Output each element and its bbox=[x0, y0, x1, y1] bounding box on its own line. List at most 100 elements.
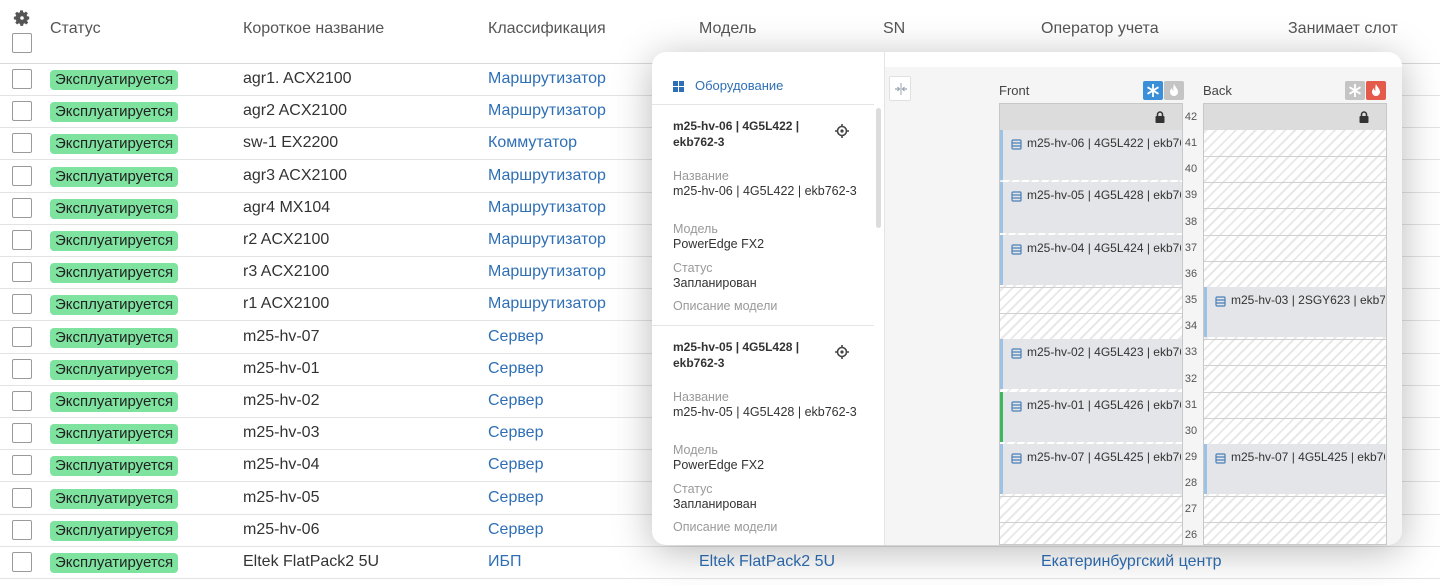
classification-link[interactable]: Маршрутизатор bbox=[488, 295, 606, 313]
unit-number: 35 bbox=[1184, 294, 1198, 307]
unit-number: 31 bbox=[1184, 398, 1198, 411]
row-checkbox[interactable] bbox=[12, 519, 32, 540]
scrollbar[interactable] bbox=[876, 108, 881, 228]
rack-device-back[interactable]: m25-hv-07 | 4G5L425 | ekb762-3 bbox=[1204, 443, 1386, 495]
classification-link[interactable]: Коммутатор bbox=[488, 134, 577, 152]
rack-front: m25-hv-06 | 4G5L422 | ekb762-3 m25-hv-05 … bbox=[999, 103, 1183, 545]
row-checkbox[interactable] bbox=[12, 165, 32, 186]
rack-device-label: m25-hv-06 | 4G5L422 | ekb762-3 bbox=[1027, 136, 1181, 150]
equipment-list-header: Оборудование bbox=[652, 52, 874, 105]
row-checkbox[interactable] bbox=[12, 358, 32, 379]
equipment-card-title[interactable]: m25-hv-05 | 4G5L428 | ekb762-3 bbox=[673, 339, 823, 371]
row-checkbox[interactable] bbox=[12, 326, 32, 347]
classification-link[interactable]: Сервер bbox=[488, 456, 543, 474]
classification-link[interactable]: ИБП bbox=[488, 553, 522, 571]
server-icon bbox=[1011, 400, 1022, 412]
row-checkbox[interactable] bbox=[12, 294, 32, 315]
classification-link[interactable]: Маршрутизатор bbox=[488, 263, 606, 281]
row-checkbox[interactable] bbox=[12, 101, 32, 122]
equipment-list-title[interactable]: Оборудование bbox=[695, 78, 783, 93]
rack-device-label: m25-hv-07 | 4G5L425 | ekb762-3 bbox=[1027, 449, 1181, 464]
server-icon bbox=[1011, 243, 1022, 255]
row-checkbox[interactable] bbox=[12, 230, 32, 250]
front-cold-toggle[interactable] bbox=[1143, 81, 1163, 100]
short-name-cell: agr2 ACX2100 bbox=[243, 102, 348, 120]
classification-link[interactable]: Сервер bbox=[488, 521, 543, 539]
locate-icon[interactable] bbox=[835, 345, 849, 359]
classification-link[interactable]: Сервер bbox=[488, 328, 543, 346]
classification-link[interactable]: Маршрутизатор bbox=[488, 231, 606, 249]
row-checkbox[interactable] bbox=[12, 423, 32, 444]
unit-number: 37 bbox=[1184, 241, 1198, 254]
rack-unit-divider bbox=[1204, 417, 1386, 419]
classification-link[interactable]: Сервер bbox=[488, 392, 543, 410]
row-checkbox[interactable] bbox=[12, 197, 32, 218]
column-header-model[interactable]: Модель bbox=[699, 20, 756, 38]
short-name-cell: Eltek FlatPack2 5U bbox=[243, 553, 380, 570]
short-name-cell: r1 ACX2100 bbox=[243, 295, 330, 313]
rack-device-front[interactable]: m25-hv-06 | 4G5L422 | ekb762-3 bbox=[1000, 130, 1182, 181]
row-checkbox[interactable] bbox=[12, 455, 32, 476]
collapse-button[interactable] bbox=[889, 76, 911, 101]
gear-icon[interactable] bbox=[13, 9, 31, 27]
short-name-cell: m25-hv-05 bbox=[243, 488, 320, 506]
row-checkbox[interactable] bbox=[12, 69, 32, 89]
rack-top-cap bbox=[1000, 104, 1182, 130]
back-hot-toggle[interactable] bbox=[1366, 81, 1386, 100]
column-header-short-name[interactable]: Короткое название bbox=[243, 20, 384, 38]
unit-number: 33 bbox=[1184, 346, 1198, 359]
rack-unit-divider bbox=[1204, 522, 1386, 524]
back-cold-toggle[interactable] bbox=[1345, 81, 1365, 100]
classification-link[interactable]: Маршрутизатор bbox=[488, 102, 606, 120]
rack-device-front[interactable]: m25-hv-07 | 4G5L425 | ekb762-3 bbox=[1000, 443, 1182, 495]
short-name-cell: agr3 ACX2100 bbox=[243, 166, 348, 184]
unit-number: 40 bbox=[1184, 163, 1198, 176]
rack-device-back[interactable]: m25-hv-03 | 2SGY623 | ekb762-3 bbox=[1204, 286, 1386, 338]
row-checkbox[interactable] bbox=[12, 262, 32, 283]
status-value: Запланирован bbox=[673, 497, 757, 511]
column-header-sn[interactable]: SN bbox=[883, 20, 905, 38]
model-link[interactable]: Eltek FlatPack2 5U bbox=[699, 553, 835, 571]
lock-icon bbox=[1155, 111, 1165, 123]
rack-view: Front Back m25-hv-06 | 4G5L422 | ekb762-… bbox=[885, 67, 1402, 545]
status-badge: Эксплуатируется bbox=[50, 520, 179, 541]
row-checkbox[interactable] bbox=[12, 391, 32, 411]
classification-link[interactable]: Маршрутизатор bbox=[488, 167, 606, 185]
classification-link[interactable]: Маршрутизатор bbox=[488, 199, 606, 217]
name-value: m25-hv-06 | 4G5L422 | ekb762-3 bbox=[673, 184, 857, 198]
locate-icon[interactable] bbox=[835, 124, 849, 138]
status-badge: Эксплуатируется bbox=[50, 488, 179, 509]
status-badge: Эксплуатируется bbox=[50, 102, 179, 123]
classification-link[interactable]: Маршрутизатор bbox=[488, 70, 606, 88]
row-checkbox[interactable] bbox=[12, 487, 32, 508]
column-header-operator[interactable]: Оператор учета bbox=[1041, 20, 1159, 38]
row-checkbox[interactable] bbox=[12, 133, 32, 154]
select-all-checkbox[interactable] bbox=[12, 33, 32, 53]
equipment-card-title[interactable]: m25-hv-06 | 4G5L422 | ekb762-3 bbox=[673, 118, 823, 150]
short-name-cell: agr1. ACX2100 bbox=[243, 70, 352, 87]
rack-device-front[interactable]: m25-hv-05 | 4G5L428 | ekb762-3 bbox=[1000, 182, 1182, 233]
column-header-classification[interactable]: Классификация bbox=[488, 20, 606, 38]
rack-device-front[interactable]: m25-hv-02 | 4G5L423 | ekb762-3 bbox=[1000, 339, 1182, 390]
column-header-slot[interactable]: Занимает слот bbox=[1288, 20, 1398, 38]
classification-link[interactable]: Сервер bbox=[488, 360, 543, 378]
rack-back-label: Back bbox=[1203, 83, 1232, 98]
classification-link[interactable]: Сервер bbox=[488, 489, 543, 507]
classification-link[interactable]: Сервер bbox=[488, 424, 543, 442]
rack-device-front[interactable]: m25-hv-04 | 4G5L424 | ekb762-3 bbox=[1000, 234, 1182, 285]
status-badge: Эксплуатируется bbox=[50, 424, 179, 445]
table-row[interactable]: Эксплуатируется Eltek FlatPack2 5U ИБП Elte… bbox=[0, 547, 1440, 579]
column-header-status[interactable]: Статус bbox=[50, 20, 101, 38]
rack-device-front[interactable]: m25-hv-01 | 4G5L426 | ekb762-3 bbox=[1000, 391, 1182, 442]
front-hot-toggle[interactable] bbox=[1164, 81, 1184, 100]
unit-number: 41 bbox=[1184, 137, 1198, 150]
row-checkbox[interactable] bbox=[12, 552, 32, 572]
status-label: Статус bbox=[673, 261, 713, 275]
operator-link[interactable]: Екатеринбургский центр bbox=[1041, 553, 1222, 571]
short-name-cell: m25-hv-06 bbox=[243, 520, 320, 538]
collapse-icon bbox=[895, 83, 907, 95]
status-badge: Эксплуатируется bbox=[50, 134, 179, 155]
name-label: Название bbox=[673, 169, 729, 183]
unit-number: 38 bbox=[1184, 215, 1198, 228]
grid-icon bbox=[673, 81, 684, 92]
